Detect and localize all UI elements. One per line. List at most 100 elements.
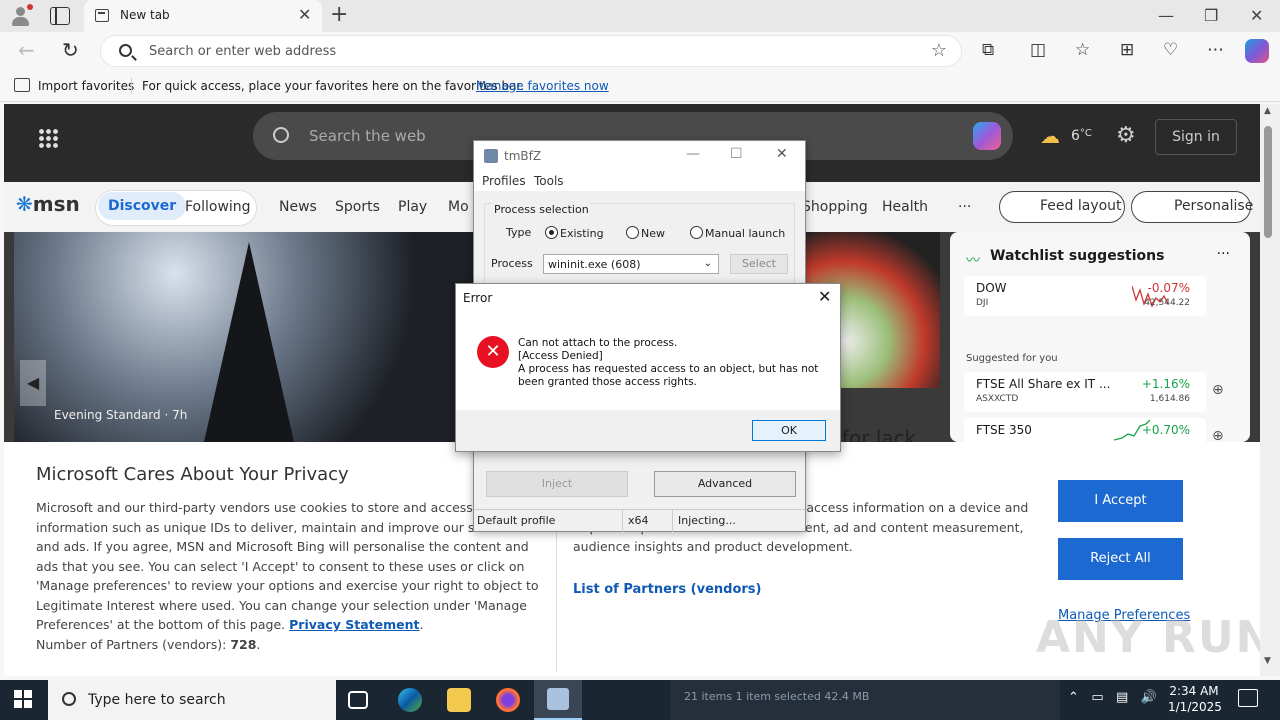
system-tray[interactable]: ⌃ ▭ ▤ 🔊 — [1068, 690, 1157, 705]
radio-manual[interactable] — [690, 226, 703, 239]
watchlist-row[interactable]: DOW DJI -0.07% 42,544.22 — [964, 276, 1206, 316]
network-icon[interactable]: ▤ — [1116, 690, 1128, 705]
taskbar-search[interactable]: Type here to search — [48, 680, 336, 720]
msn-logo[interactable]: ❋msn — [16, 192, 80, 216]
close-icon[interactable]: ✕ — [776, 146, 788, 162]
apps-grid-icon[interactable] — [38, 128, 58, 148]
trend-icon: 〰 — [966, 253, 980, 269]
windows-start-icon[interactable] — [14, 690, 32, 708]
minimize-icon[interactable]: — — [1158, 6, 1174, 25]
file-explorer-icon[interactable] — [447, 688, 471, 712]
carousel-prev-icon[interactable]: ◀ — [20, 360, 46, 406]
import-favorites-icon[interactable] — [14, 78, 30, 92]
address-bar[interactable]: Search or enter web address ☆ — [100, 35, 962, 67]
minimize-icon[interactable]: — — [686, 146, 700, 162]
privacy-statement-link[interactable]: Privacy Statement — [289, 617, 419, 632]
watchlist-row[interactable]: FTSE All Share ex IT ... ASXXCTD +1.16% … — [964, 372, 1206, 412]
menu-tools[interactable]: Tools — [534, 174, 564, 188]
favorites-message: For quick access, place your favorites h… — [142, 79, 525, 93]
accept-button[interactable]: I Accept — [1058, 480, 1183, 522]
close-icon[interactable]: ✕ — [818, 287, 831, 306]
row-change: +0.70% — [1141, 423, 1190, 437]
copilot-icon[interactable] — [973, 122, 1001, 150]
collections-icon[interactable]: ⊞ — [1120, 40, 1134, 60]
nav-news[interactable]: News — [279, 199, 317, 215]
address-placeholder: Search or enter web address — [149, 44, 337, 59]
nav-following[interactable]: Following — [185, 199, 251, 215]
personalise-button[interactable]: Personalise — [1131, 191, 1253, 223]
close-window-icon[interactable]: ✕ — [1250, 6, 1263, 25]
inject-button[interactable]: Inject — [486, 471, 628, 497]
weather-temp[interactable]: 6°C — [1071, 128, 1092, 144]
performance-icon[interactable]: ♡ — [1163, 40, 1178, 60]
volume-icon[interactable]: 🔊 — [1141, 690, 1157, 705]
profile-avatar-icon[interactable] — [8, 4, 34, 28]
ok-button[interactable]: OK — [752, 420, 826, 441]
chevron-up-icon[interactable]: ⌃ — [1068, 690, 1079, 705]
type-label: Type — [506, 226, 532, 239]
edge-icon[interactable] — [398, 688, 422, 712]
new-tab-plus-icon[interactable]: + — [330, 2, 348, 27]
tower-silhouette — [204, 242, 294, 442]
menu-profiles[interactable]: Profiles — [482, 174, 526, 188]
task-view-icon[interactable] — [348, 691, 368, 709]
feed-layout-button[interactable]: Feed layout — [999, 191, 1125, 223]
settings-gear-icon[interactable]: ⚙ — [1116, 123, 1136, 148]
radio-existing[interactable] — [545, 226, 558, 239]
row-symbol: FTSE All Share ex IT ... — [976, 377, 1111, 391]
extensions-icon[interactable]: ⧉ — [982, 40, 994, 60]
favorites-icon[interactable]: ☆ — [1075, 40, 1090, 60]
notification-icon[interactable] — [1238, 689, 1258, 707]
watchlist-more-icon[interactable]: ··· — [1217, 246, 1230, 262]
browser-tab[interactable]: New tab ✕ — [84, 0, 322, 32]
radio-new-label[interactable]: New — [641, 227, 665, 240]
manage-favorites-link[interactable]: Manage favorites now — [476, 79, 609, 93]
nav-more-icon[interactable]: ··· — [958, 199, 971, 215]
hero-image[interactable]: Evening Standard · 7h ◀ — [14, 232, 474, 442]
reject-all-button[interactable]: Reject All — [1058, 538, 1183, 580]
watchlist-title[interactable]: Watchlist suggestions — [990, 248, 1164, 264]
scroll-up-icon[interactable]: ▲ — [1264, 106, 1271, 116]
nav-more-partial[interactable]: Mo — [448, 199, 469, 215]
restore-icon[interactable]: ❐ — [1204, 6, 1218, 25]
tab-close-icon[interactable]: ✕ — [298, 5, 311, 24]
row-price: 1,614.86 — [1149, 394, 1190, 404]
reload-icon[interactable]: ↻ — [62, 38, 79, 62]
maximize-icon[interactable]: ☐ — [730, 146, 743, 162]
weather-cloud-icon[interactable]: ☁ — [1040, 124, 1060, 148]
nav-shopping[interactable]: Shopping — [802, 199, 868, 215]
nav-health[interactable]: Health — [882, 199, 928, 215]
split-screen-icon[interactable]: ◫ — [1030, 40, 1046, 60]
battery-icon[interactable]: ▭ — [1091, 690, 1103, 705]
watchlist-card: 〰 Watchlist suggestions ··· DOW DJI -0.0… — [950, 232, 1250, 458]
favorite-star-icon[interactable]: ☆ — [931, 40, 947, 61]
new-tab-page-icon — [95, 9, 109, 22]
process-dropdown[interactable]: wininit.exe (608) ⌄ — [543, 254, 719, 274]
add-plus-icon[interactable]: ⊕ — [1212, 382, 1224, 398]
radio-existing-label[interactable]: Existing — [560, 227, 604, 240]
import-favorites-link[interactable]: Import favorites — [38, 79, 134, 93]
page-scrollbar[interactable]: ▲ ▼ — [1260, 104, 1280, 676]
nav-sports[interactable]: Sports — [335, 199, 380, 215]
row-change: -0.07% — [1147, 281, 1190, 295]
clock[interactable]: 2:34 AM 1/1/2025 — [1168, 683, 1222, 715]
scroll-thumb[interactable] — [1264, 126, 1272, 238]
nav-discover[interactable]: Discover — [98, 192, 187, 220]
partners-count: 728 — [230, 636, 257, 652]
copilot-icon[interactable] — [1245, 39, 1269, 63]
tmbfz-taskbar-button[interactable] — [534, 680, 582, 720]
clock-time: 2:34 AM — [1169, 684, 1219, 698]
select-button[interactable]: Select — [730, 254, 788, 274]
radio-manual-label[interactable]: Manual launch — [705, 227, 785, 240]
firefox-icon[interactable] — [496, 688, 520, 712]
back-arrow-icon[interactable]: ← — [18, 38, 35, 62]
scroll-down-icon[interactable]: ▼ — [1264, 656, 1271, 666]
list-of-partners-link[interactable]: List of Partners (vendors) — [573, 582, 761, 597]
nav-play[interactable]: Play — [398, 199, 427, 215]
advanced-button[interactable]: Advanced — [654, 471, 796, 497]
divider — [672, 510, 673, 532]
sign-in-button[interactable]: Sign in — [1155, 119, 1237, 155]
tab-actions-icon[interactable] — [50, 7, 70, 25]
radio-new[interactable] — [626, 226, 639, 239]
more-menu-icon[interactable]: ⋯ — [1207, 40, 1224, 60]
